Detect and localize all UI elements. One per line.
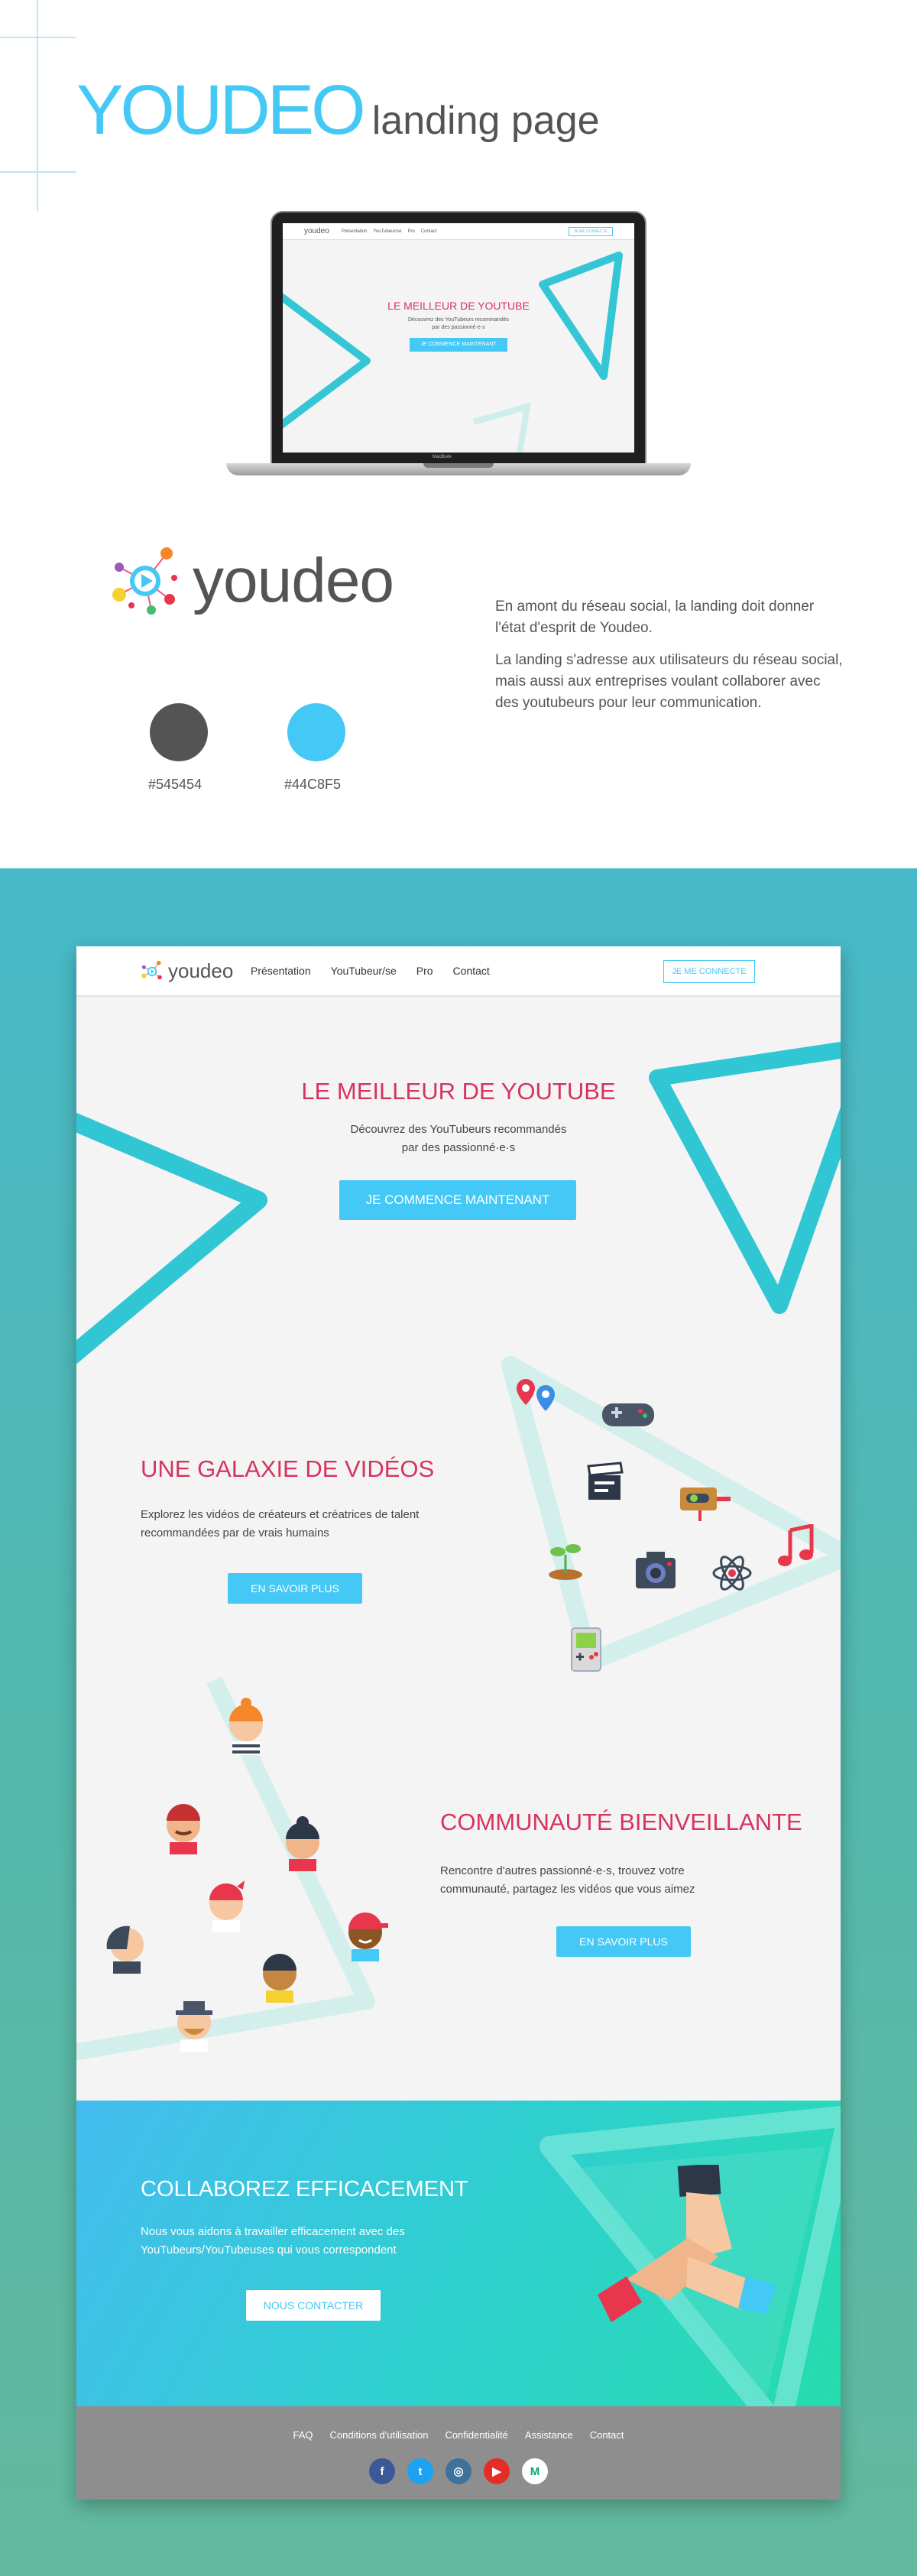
galaxy-subtitle-line: Explorez les vidéos de créateurs et créa… bbox=[141, 1508, 420, 1521]
community-avatars bbox=[106, 1698, 388, 2052]
youdeo-logo-icon bbox=[112, 547, 177, 615]
twitter-icon[interactable]: t bbox=[407, 2458, 433, 2484]
avatar bbox=[286, 1816, 319, 1871]
avatar bbox=[106, 1926, 144, 1974]
community-title: COMMUNAUTÉ BIENVEILLANTE bbox=[440, 1809, 802, 1835]
decor-line-horizontal-bottom bbox=[0, 171, 76, 173]
gamepad-icon bbox=[602, 1403, 654, 1426]
youdeo-logo-icon bbox=[141, 960, 162, 979]
community-subtitle-line: Rencontre d'autres passionné·e·s, trouve… bbox=[440, 1864, 685, 1877]
hero-subtitle-line: Découvrez des YouTubeurs recommandés bbox=[350, 1123, 567, 1136]
camera-icon bbox=[636, 1552, 676, 1588]
laptop-screen: youdeo Présentation YouTubeur/se Pro Con… bbox=[283, 223, 634, 453]
mini-hero-subtitle: Découvrez des YouTubeurs recommandés par… bbox=[283, 316, 634, 332]
decor-line-vertical bbox=[37, 0, 38, 211]
color-swatch-dark-label: #545454 bbox=[148, 777, 203, 792]
instagram-icon[interactable]: ◎ bbox=[446, 2458, 471, 2484]
collaborate-subtitle-line: YouTubeurs/YouTubeuses qui vous correspo… bbox=[141, 2243, 397, 2256]
avatar bbox=[167, 1804, 200, 1854]
laptop-label: MacBook bbox=[433, 455, 452, 459]
social-links: f t ◎ ▶ M bbox=[76, 2458, 841, 2484]
site-footer: FAQ Conditions d'utilisation Confidentia… bbox=[76, 2406, 841, 2500]
logo-wordmark: youdeo bbox=[193, 546, 394, 615]
hero-subtitle-line: par des passionné·e·s bbox=[401, 1141, 516, 1154]
mini-hero-subtitle-line: Découvrez des YouTubeurs recommandés bbox=[407, 317, 510, 323]
toggle-switch-icon bbox=[680, 1488, 731, 1521]
footer-link-privacy[interactable]: Confidentialité bbox=[445, 2429, 507, 2441]
start-now-button[interactable]: JE COMMENCE MAINTENANT bbox=[339, 1180, 576, 1220]
community-subtitle: Rencontre d'autres passionné·e·s, trouve… bbox=[440, 1862, 799, 1899]
presentation-subtitle: landing page bbox=[371, 99, 600, 143]
sprout-icon bbox=[549, 1544, 582, 1580]
community-subtitle-line: communauté, partagez les vidéos que vous… bbox=[440, 1883, 695, 1896]
laptop-notch bbox=[423, 463, 494, 468]
laptop-lid: youdeo Présentation YouTubeur/se Pro Con… bbox=[271, 211, 646, 466]
galaxy-subtitle-line: recommandées par de vrais humains bbox=[141, 1526, 329, 1539]
collaborate-title: COLLABOREZ EFFICACEMENT bbox=[141, 2177, 468, 2201]
landing-page-mockup: youdeo Présentation YouTubeur/se Pro Con… bbox=[76, 946, 841, 2500]
handshake-icon bbox=[598, 2165, 776, 2322]
nav-item-youtubeur[interactable]: YouTubeur/se bbox=[331, 965, 397, 977]
avatar bbox=[229, 1698, 263, 1755]
nav-item-pro[interactable]: Pro bbox=[416, 965, 433, 977]
youtube-icon[interactable]: ▶ bbox=[484, 2458, 510, 2484]
mini-hero-title: LE MEILLEUR DE YOUTUBE bbox=[387, 300, 530, 312]
color-swatch-blue-label: #44C8F5 bbox=[284, 777, 342, 792]
medium-icon[interactable]: M bbox=[522, 2458, 548, 2484]
footer-link-faq[interactable]: FAQ bbox=[293, 2429, 313, 2441]
collaborate-section: COLLABOREZ EFFICACEMENT Nous vous aidons… bbox=[76, 2101, 841, 2406]
mini-hero-cta: JE COMMENCE MAINTENANT bbox=[410, 338, 507, 352]
gameboy-icon bbox=[571, 1627, 601, 1672]
map-pins-icon bbox=[517, 1379, 555, 1411]
footer-link-support[interactable]: Assistance bbox=[525, 2429, 573, 2441]
collaborate-subtitle: Nous vous aidons à travailler efficaceme… bbox=[141, 2223, 500, 2260]
decor-line-horizontal-top bbox=[0, 37, 76, 38]
nav-item-presentation[interactable]: Présentation bbox=[251, 965, 311, 977]
collaborate-subtitle-line: Nous vous aidons à travailler efficaceme… bbox=[141, 2225, 405, 2238]
hero-subtitle: Découvrez des YouTubeurs recommandés par… bbox=[76, 1121, 841, 1157]
youdeo-logo: youdeo bbox=[109, 544, 394, 618]
brand-name: YOUDEO bbox=[76, 71, 366, 149]
color-swatch-blue bbox=[287, 703, 345, 761]
avatar bbox=[209, 1880, 245, 1932]
description-paragraph: En amont du réseau social, la landing do… bbox=[495, 599, 815, 636]
mini-hero-subtitle-line: par des passionné·e·s bbox=[432, 325, 485, 330]
site-logo[interactable]: youdeo bbox=[141, 959, 233, 983]
avatar bbox=[176, 2001, 212, 2052]
nav-links: Présentation YouTubeur/se Pro Contact bbox=[251, 965, 490, 977]
contact-us-button[interactable]: NOUS CONTACTER bbox=[246, 2290, 381, 2321]
atom-icon bbox=[712, 1556, 752, 1591]
hero-title: LE MEILLEUR DE YOUTUBE bbox=[301, 1078, 616, 1105]
galaxy-subtitle: Explorez les vidéos de créateurs et créa… bbox=[141, 1506, 500, 1543]
clapperboard-icon bbox=[587, 1462, 624, 1500]
presentation-title: YOUDEO landing page bbox=[76, 70, 600, 151]
community-learn-more-button[interactable]: EN SAVOIR PLUS bbox=[556, 1926, 691, 1957]
presentation-description: En amont du réseau social, la landing do… bbox=[495, 596, 847, 714]
connect-button[interactable]: JE ME CONNECTE bbox=[663, 960, 755, 983]
avatar bbox=[263, 1954, 296, 2003]
footer-link-contact[interactable]: Contact bbox=[590, 2429, 624, 2441]
galaxy-learn-more-button[interactable]: EN SAVOIR PLUS bbox=[228, 1573, 362, 1604]
site-logo-wordmark: youdeo bbox=[168, 959, 234, 982]
laptop-mockup: youdeo Présentation YouTubeur/se Pro Con… bbox=[226, 211, 691, 477]
site-navbar: youdeo Présentation YouTubeur/se Pro Con… bbox=[76, 946, 841, 997]
description-paragraph: La landing s'adresse aux utilisateurs du… bbox=[495, 652, 843, 711]
color-swatch-dark bbox=[150, 703, 208, 761]
facebook-icon[interactable]: f bbox=[369, 2458, 395, 2484]
music-note-icon bbox=[778, 1524, 814, 1566]
nav-item-contact[interactable]: Contact bbox=[453, 965, 490, 977]
avatar bbox=[348, 1913, 388, 1961]
footer-links: FAQ Conditions d'utilisation Confidentia… bbox=[76, 2429, 841, 2441]
galaxy-title: UNE GALAXIE DE VIDÉOS bbox=[141, 1455, 435, 1482]
footer-link-terms[interactable]: Conditions d'utilisation bbox=[329, 2429, 428, 2441]
